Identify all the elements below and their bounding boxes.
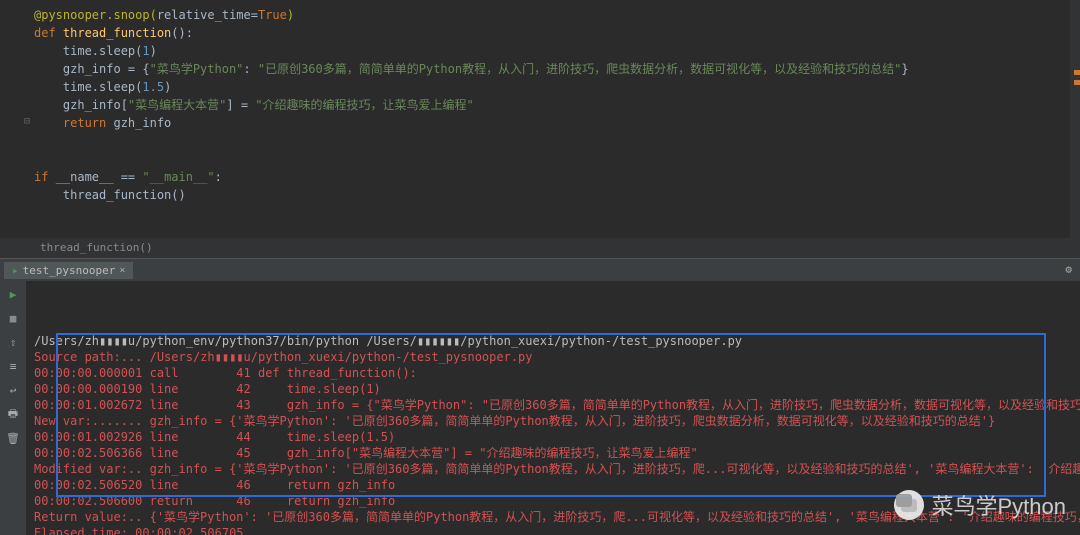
softwrap-button[interactable]: ↩: [4, 381, 22, 399]
console-tabbar: ▸ test_pysnooper × ⚙: [0, 259, 1080, 281]
marker-icon: [1074, 70, 1080, 75]
close-icon[interactable]: ×: [119, 265, 125, 276]
stop-button[interactable]: ■: [4, 309, 22, 327]
console-line: /Users/zh▮▮▮▮u/python_env/python37/bin/p…: [34, 333, 1072, 349]
console-line: 00:00:00.000190 line 42 time.sleep(1): [34, 381, 1072, 397]
up-button[interactable]: ⇧: [4, 333, 22, 351]
run-tab-label: test_pysnooper: [23, 264, 116, 277]
run-toolbar: ▶ ■ ⇧ ≡ ↩ 🖶 🗑: [0, 281, 26, 535]
console-line: 00:00:01.002672 line 43 gzh_info = {"菜鸟学…: [34, 397, 1072, 413]
console-line: 00:00:00.000001 call 41 def thread_funct…: [34, 365, 1072, 381]
breadcrumb-label: thread_function(): [40, 241, 153, 254]
editor-scrollbar[interactable]: [1070, 0, 1080, 238]
gear-icon[interactable]: ⚙: [1065, 263, 1072, 276]
marker-icon: [1074, 80, 1080, 85]
rerun-button[interactable]: ▶: [4, 285, 22, 303]
console-line: Elapsed time: 00:00:02.506705: [34, 525, 1072, 535]
breadcrumb: thread_function(): [0, 238, 1080, 258]
trash-button[interactable]: 🗑: [4, 429, 22, 447]
console-line: 00:00:02.506366 line 45 gzh_info["菜鸟编程大本…: [34, 445, 1072, 461]
console-line: New var:....... gzh_info = {'菜鸟学Python':…: [34, 413, 1072, 429]
fold-icon[interactable]: ⊟: [24, 116, 30, 127]
print-button[interactable]: 🖶: [4, 405, 22, 423]
code-editor[interactable]: ⊟ @pysnooper.snoop(relative_time=True)de…: [0, 0, 1080, 238]
watermark-label: 菜鸟学Python: [932, 489, 1067, 521]
run-tab[interactable]: ▸ test_pysnooper ×: [4, 262, 133, 279]
play-icon: ▸: [12, 264, 19, 277]
wechat-icon: [894, 490, 924, 520]
console-line: Source path:... /Users/zh▮▮▮▮u/python_xu…: [34, 349, 1072, 365]
code-area[interactable]: @pysnooper.snoop(relative_time=True)def …: [34, 0, 1080, 238]
console-line: Modified var:.. gzh_info = {'菜鸟学Python':…: [34, 461, 1072, 477]
console-line: 00:00:01.002926 line 44 time.sleep(1.5): [34, 429, 1072, 445]
watermark: 菜鸟学Python: [894, 489, 1067, 521]
layout-button[interactable]: ≡: [4, 357, 22, 375]
